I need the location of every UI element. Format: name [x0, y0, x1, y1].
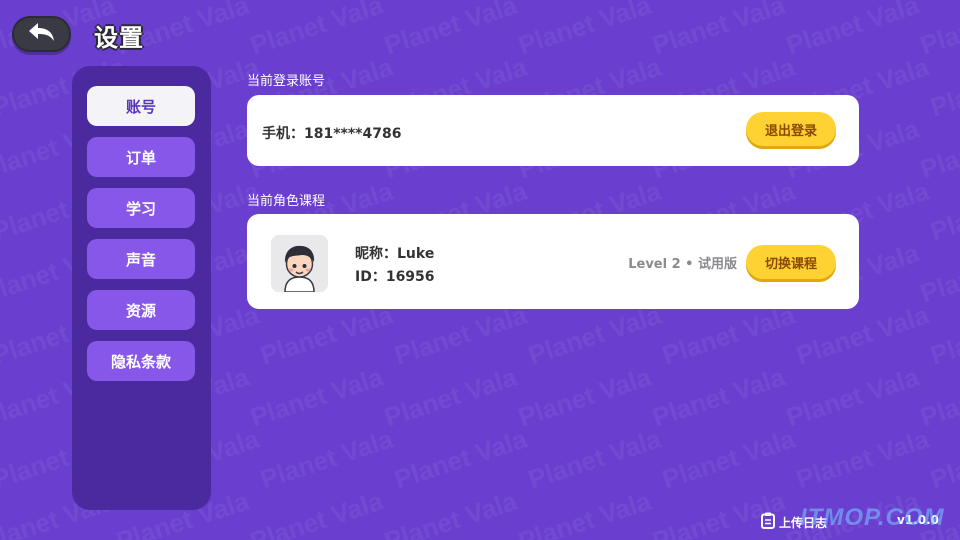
watermark-text: Planet Vala [658, 299, 799, 371]
watermark-text: Planet Vala [256, 423, 397, 495]
account-card: 手机：181****4786 退出登录 [247, 95, 859, 166]
sidebar-item-account[interactable]: 账号 [87, 86, 195, 126]
watermark-text: Planet Vala [926, 424, 960, 495]
watermark-text: Planet Vala [390, 423, 531, 495]
watermark-text: Planet Vala [916, 362, 960, 433]
account-section-label: 当前登录账号 [247, 74, 326, 89]
nickname: 昵称：Luke [355, 246, 435, 262]
watermark-text: Planet Vala [380, 361, 521, 433]
course-card: 昵称：Luke ID：16956 Level 2 • 试用版 切换课程 [247, 214, 859, 309]
sidebar-item-privacy[interactable]: 隐私条款 [87, 341, 195, 381]
watermark-text: Planet Vala [926, 52, 960, 123]
course-section-label: 当前角色课程 [247, 194, 326, 209]
watermark-text: Planet Vala [916, 0, 960, 61]
course-level: Level 2 • 试用版 [628, 257, 737, 272]
switch-course-button[interactable]: 切换课程 [746, 245, 836, 279]
watermark-text: Planet Vala [246, 0, 387, 61]
page-title: 设置 [94, 24, 144, 52]
watermark-text: Planet Vala [916, 238, 960, 309]
sidebar: 账号 订单 学习 声音 资源 隐私条款 [72, 66, 211, 510]
watermark-text: Planet Vala [514, 361, 655, 433]
site-watermark: ITMOP.COM [800, 504, 945, 531]
watermark-text: Planet Vala [380, 485, 521, 540]
sidebar-item-resources[interactable]: 资源 [87, 290, 195, 330]
sidebar-item-orders[interactable]: 订单 [87, 137, 195, 177]
phone-number: 手机：181****4786 [262, 126, 402, 142]
watermark-text: Planet Vala [782, 0, 923, 61]
watermark-text: Planet Vala [524, 423, 665, 495]
watermark-text: Planet Vala [380, 0, 521, 61]
watermark-text: Planet Vala [792, 299, 933, 371]
watermark-text: Planet Vala [524, 299, 665, 371]
watermark-text: Planet Vala [782, 361, 923, 433]
watermark-text: Planet Vala [514, 0, 655, 61]
watermark-text: Planet Vala [916, 114, 960, 185]
logout-button[interactable]: 退出登录 [746, 112, 836, 146]
sidebar-item-learning[interactable]: 学习 [87, 188, 195, 228]
clipboard-icon [760, 512, 776, 532]
watermark-text: Planet Vala [792, 423, 933, 495]
watermark-text: Planet Vala [246, 361, 387, 433]
user-id: ID：16956 [355, 269, 435, 285]
watermark-text: Planet Vala [514, 485, 655, 540]
watermark-text: Planet Vala [246, 485, 387, 540]
watermark-text: Planet Vala [926, 300, 960, 371]
watermark-text: Planet Vala [926, 176, 960, 247]
watermark-text: Planet Vala [658, 423, 799, 495]
sidebar-item-sound[interactable]: 声音 [87, 239, 195, 279]
watermark-text: Planet Vala [648, 361, 789, 433]
back-button[interactable] [12, 16, 71, 52]
watermark-text: Planet Vala [390, 299, 531, 371]
back-arrow-icon [27, 21, 57, 47]
watermark-text: Planet Vala [648, 0, 789, 61]
avatar [271, 235, 328, 292]
watermark-text: Planet Vala [256, 299, 397, 371]
